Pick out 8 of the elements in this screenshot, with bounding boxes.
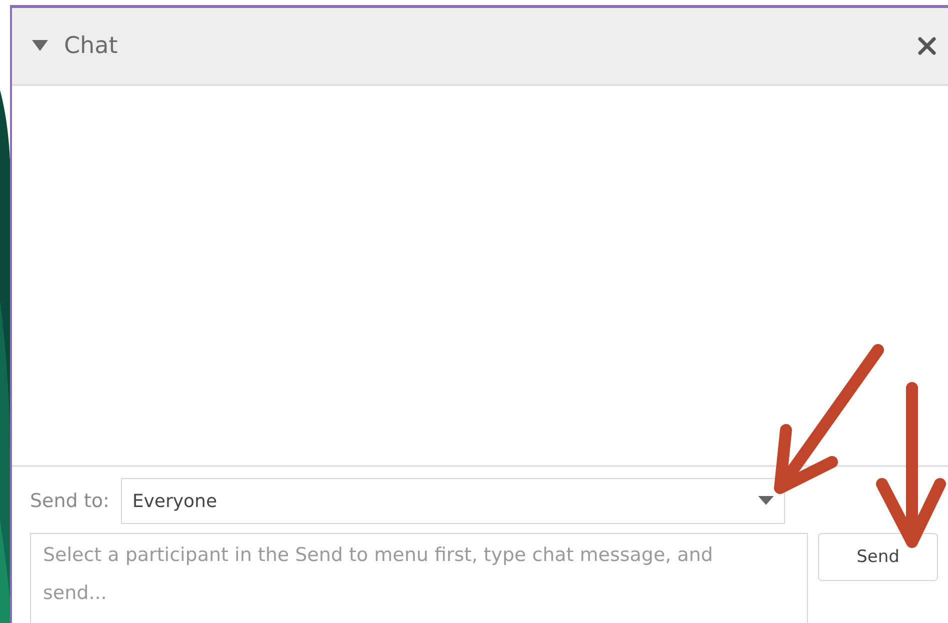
caret-icon[interactable] bbox=[32, 40, 48, 52]
close-icon[interactable] bbox=[918, 37, 936, 55]
message-field[interactable]: Select a participant in the Send to menu first, type chat message, and send... bbox=[30, 533, 808, 623]
send-to-label: Send to: bbox=[30, 490, 110, 512]
dropdown-arrow-icon[interactable] bbox=[758, 496, 774, 506]
recipient-dropdown[interactable]: Everyone bbox=[121, 478, 786, 524]
send-button[interactable]: Send bbox=[818, 533, 938, 581]
panel-title: Chat bbox=[64, 33, 119, 59]
